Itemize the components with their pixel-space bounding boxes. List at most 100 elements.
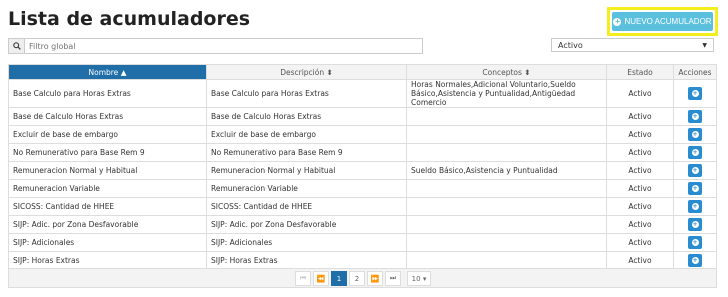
table-row: Remuneracion Variable Remuneracion Variab… xyxy=(8,179,717,198)
circle-plus-icon: + xyxy=(691,149,699,156)
view-button[interactable]: + xyxy=(688,164,702,177)
circle-plus-icon: + xyxy=(691,203,699,210)
cell-nombre: Remuneracion Normal y Habitual xyxy=(8,161,207,180)
column-header-descripcion[interactable]: Descripción ⬍ xyxy=(206,64,407,80)
sort-asc-icon: ▲ xyxy=(120,67,127,77)
cell-estado: Activo xyxy=(606,215,674,234)
view-button[interactable]: + xyxy=(688,200,702,213)
view-button[interactable]: + xyxy=(688,236,702,249)
status-select-value: Activo xyxy=(558,40,583,50)
cell-estado: Activo xyxy=(606,143,674,162)
cell-acciones: + xyxy=(673,233,717,252)
table-row: Remuneracion Normal y Habitual Remuneraci… xyxy=(8,161,717,180)
new-accumulator-button[interactable]: + NUEVO ACUMULADOR xyxy=(612,12,713,31)
circle-plus-icon: + xyxy=(691,239,699,246)
view-button[interactable]: + xyxy=(688,254,702,267)
page-title: Lista de acumuladores xyxy=(8,8,251,30)
cell-descripcion: SIJP: Horas Extras xyxy=(206,251,407,270)
circle-plus-icon: + xyxy=(691,131,699,138)
cell-nombre: Base Calculo para Horas Extras xyxy=(8,79,207,108)
cell-acciones: + xyxy=(673,215,717,234)
circle-plus-icon: + xyxy=(691,257,699,264)
cell-conceptos xyxy=(406,107,607,126)
cell-acciones: + xyxy=(673,251,717,270)
cell-descripcion: Excluir de base de embargo xyxy=(206,125,407,144)
cell-conceptos xyxy=(406,197,607,216)
cell-conceptos xyxy=(406,125,607,144)
table-row: Base de Calculo Horas Extras Base de Calc… xyxy=(8,107,717,126)
column-header-nombre[interactable]: Nombre ▲ xyxy=(8,64,207,80)
cell-estado: Activo xyxy=(606,107,674,126)
accumulators-table: Nombre ▲ Descripción ⬍ Conceptos ⬍ Estad… xyxy=(8,64,717,270)
cell-conceptos xyxy=(406,215,607,234)
view-button[interactable]: + xyxy=(688,146,702,159)
table-row: No Remunerativo para Base Rem 9 No Remune… xyxy=(8,143,717,162)
cell-estado: Activo xyxy=(606,79,674,108)
cell-nombre: No Remunerativo para Base Rem 9 xyxy=(8,143,207,162)
page-size-select[interactable]: 10 ▾ xyxy=(407,271,431,286)
last-page-button[interactable]: ⏭ xyxy=(385,271,401,286)
cell-descripcion: Remuneracion Variable xyxy=(206,179,407,198)
table-row: Excluir de base de embargo Excluir de bas… xyxy=(8,125,717,144)
table-row: Base Calculo para Horas Extras Base Calcu… xyxy=(8,79,717,108)
circle-plus-icon: + xyxy=(691,90,699,97)
cell-acciones: + xyxy=(673,107,717,126)
cell-nombre: SIJP: Horas Extras xyxy=(8,251,207,270)
table-row: SIJP: Adicionales SIJP: Adicionales Activo… xyxy=(8,233,717,252)
cell-estado: Activo xyxy=(606,251,674,270)
cell-descripcion: SIJP: Adicionales xyxy=(206,233,407,252)
cell-conceptos xyxy=(406,251,607,270)
cell-descripcion: SIJP: Adic. por Zona Desfavorable xyxy=(206,215,407,234)
sort-icon: ⬍ xyxy=(524,67,531,77)
table-header-row: Nombre ▲ Descripción ⬍ Conceptos ⬍ Estad… xyxy=(8,64,717,80)
view-button[interactable]: + xyxy=(688,110,702,123)
status-select[interactable]: Activo ▼ xyxy=(551,38,714,52)
cell-descripcion: Remuneracion Normal y Habitual xyxy=(206,161,407,180)
global-filter-input[interactable] xyxy=(25,39,422,53)
cell-nombre: SICOSS: Cantidad de HHEE xyxy=(8,197,207,216)
column-header-conceptos[interactable]: Conceptos ⬍ xyxy=(406,64,607,80)
view-button[interactable]: + xyxy=(688,182,702,195)
cell-nombre: SIJP: Adic. por Zona Desfavorable xyxy=(8,215,207,234)
plus-circle-icon: + xyxy=(613,16,622,26)
cell-acciones: + xyxy=(673,125,717,144)
sort-icon: ⬍ xyxy=(326,67,333,77)
view-button[interactable]: + xyxy=(688,128,702,141)
next-page-button[interactable]: ⏩ xyxy=(367,271,383,286)
cell-nombre: Excluir de base de embargo xyxy=(8,125,207,144)
cell-acciones: + xyxy=(673,197,717,216)
column-header-acciones: Acciones xyxy=(673,64,717,80)
view-button[interactable]: + xyxy=(688,218,702,231)
cell-estado: Activo xyxy=(606,179,674,198)
cell-conceptos xyxy=(406,143,607,162)
column-header-estado: Estado xyxy=(606,64,674,80)
chevron-down-icon: ▼ xyxy=(702,41,707,49)
cell-acciones: + xyxy=(673,179,717,198)
cell-descripcion: Base Calculo para Horas Extras xyxy=(206,79,407,108)
search-icon xyxy=(9,39,25,53)
table-row: SIJP: Adic. por Zona Desfavorable SIJP: A… xyxy=(8,215,717,234)
first-page-button[interactable]: ⏮ xyxy=(295,271,311,286)
circle-plus-icon: + xyxy=(691,167,699,174)
table-row: SIJP: Horas Extras SIJP: Horas Extras Acti… xyxy=(8,251,717,270)
pagination: ⏮ ⏪ 1 2 ⏩ ⏭ 10 ▾ xyxy=(295,271,431,286)
table-body: Base Calculo para Horas Extras Base Calcu… xyxy=(8,79,717,270)
page-1-button[interactable]: 1 xyxy=(331,271,347,286)
cell-conceptos: Horas Normales,Adicional Voluntario,Suel… xyxy=(406,79,607,108)
cell-acciones: + xyxy=(673,79,717,108)
cell-estado: Activo xyxy=(606,125,674,144)
cell-conceptos: Sueldo Básico,Asistencia y Puntualidad xyxy=(406,161,607,180)
cell-nombre: Base de Calculo Horas Extras xyxy=(8,107,207,126)
cell-estado: Activo xyxy=(606,233,674,252)
cell-conceptos xyxy=(406,233,607,252)
cell-estado: Activo xyxy=(606,197,674,216)
cell-nombre: SIJP: Adicionales xyxy=(8,233,207,252)
cell-descripcion: Base de Calculo Horas Extras xyxy=(206,107,407,126)
view-button[interactable]: + xyxy=(688,87,702,100)
cell-acciones: + xyxy=(673,143,717,162)
prev-page-button[interactable]: ⏪ xyxy=(313,271,329,286)
circle-plus-icon: + xyxy=(691,185,699,192)
table-row: SICOSS: Cantidad de HHEE SICOSS: Cantidad… xyxy=(8,197,717,216)
chevron-down-icon: ▾ xyxy=(422,274,427,283)
page-2-button[interactable]: 2 xyxy=(349,271,365,286)
